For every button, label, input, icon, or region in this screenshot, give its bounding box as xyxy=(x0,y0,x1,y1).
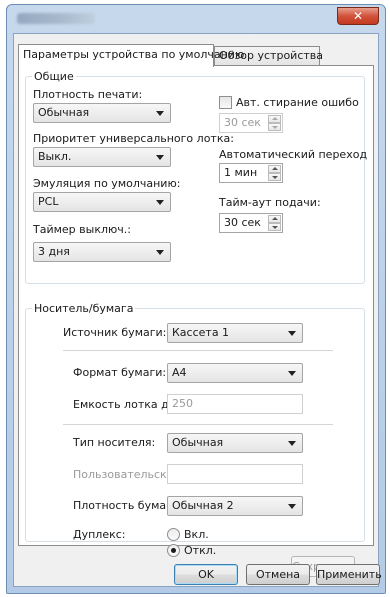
chevron-down-icon xyxy=(288,504,296,509)
auto-error-clear-label: Авт. стирание ошибо xyxy=(236,96,359,109)
divider xyxy=(63,350,333,351)
default-emulation-select[interactable]: PCL xyxy=(33,192,171,212)
close-icon: ✕ xyxy=(352,9,364,23)
auto-transition-spinner[interactable]: 1 мин xyxy=(219,163,283,183)
power-off-timer-label: Таймер выключ.: xyxy=(33,223,131,236)
chevron-down-icon xyxy=(156,111,164,116)
spinner-arrows xyxy=(268,165,281,181)
auto-error-clear-checkbox[interactable] xyxy=(219,96,232,109)
paper-source-value: Кассета 1 xyxy=(172,326,230,339)
custom-media-label: Пользовательское xyxy=(73,468,181,481)
dialog-client-area: Параметры устройства по умолчанию Обзор … xyxy=(13,33,382,587)
power-off-timer-value: 3 дня xyxy=(38,245,70,258)
paper-source-select[interactable]: Кассета 1 xyxy=(167,323,303,343)
spin-up-icon[interactable] xyxy=(268,215,281,223)
tray-capacity-field[interactable]: 250 xyxy=(167,394,303,414)
custom-media-field[interactable] xyxy=(167,464,303,484)
chevron-down-icon xyxy=(288,371,296,376)
power-off-timer-select[interactable]: 3 дня xyxy=(33,242,171,262)
feed-timeout-value: 30 сек xyxy=(224,216,261,229)
default-emulation-value: PCL xyxy=(38,195,59,208)
title-bar: ✕ xyxy=(7,5,385,33)
divider xyxy=(63,424,333,425)
ok-button[interactable]: OK xyxy=(174,564,238,585)
spinner-arrows xyxy=(268,215,281,231)
spin-down-icon[interactable] xyxy=(268,173,281,181)
duplex-off-radio[interactable] xyxy=(167,544,180,557)
chevron-down-icon xyxy=(288,441,296,446)
duplex-on-radio[interactable] xyxy=(167,528,180,541)
general-group-title: Общие xyxy=(34,70,74,83)
cancel-button-label: Отмена xyxy=(255,568,301,581)
tray-capacity-label: Емкость лотка для xyxy=(73,398,183,411)
print-density-value: Обычная xyxy=(38,106,90,119)
printer-settings-dialog: ✕ Параметры устройства по умолчанию Обзо… xyxy=(6,4,386,594)
paper-weight-select[interactable]: Обычная 2 xyxy=(167,496,303,516)
spin-up-icon[interactable] xyxy=(268,165,281,173)
feed-timeout-spinner[interactable]: 30 сек xyxy=(219,213,283,233)
print-density-label: Плотность печати: xyxy=(33,88,143,101)
auto-transition-value: 1 мин xyxy=(224,166,258,179)
window-title-blurred xyxy=(17,13,95,24)
media-type-label: Тип носителя: xyxy=(73,436,156,449)
chevron-down-icon xyxy=(288,331,296,336)
feed-timeout-label: Тайм-аут подачи: xyxy=(219,196,321,209)
spin-up-icon[interactable] xyxy=(268,115,281,123)
tab-panel: Общие Плотность печати: Обычная Приорите… xyxy=(18,65,374,577)
duplex-off-label: Откл. xyxy=(184,544,217,557)
ok-button-label: OK xyxy=(198,568,214,581)
duplex-label: Дуплекс: xyxy=(73,528,126,541)
paper-weight-value: Обычная 2 xyxy=(172,499,234,512)
auto-error-clear-value: 30 сек xyxy=(224,116,261,129)
tab-label: Параметры устройства по умолчанию xyxy=(23,48,245,61)
media-group-title: Носитель/бумага xyxy=(34,302,134,315)
paper-size-select[interactable]: A4 xyxy=(167,363,303,383)
paper-size-value: A4 xyxy=(172,366,187,379)
media-type-select[interactable]: Обычная xyxy=(167,433,303,453)
spinner-arrows xyxy=(268,115,281,131)
chevron-down-icon xyxy=(156,200,164,205)
print-density-select[interactable]: Обычная xyxy=(33,103,171,123)
spin-down-icon[interactable] xyxy=(268,223,281,231)
apply-button[interactable]: Применить xyxy=(316,564,382,585)
paper-size-label: Формат бумаги: xyxy=(73,366,167,379)
duplex-on-label: Вкл. xyxy=(184,528,209,541)
auto-error-clear-spinner[interactable]: 30 сек xyxy=(219,113,283,133)
close-button[interactable]: ✕ xyxy=(337,7,379,25)
mp-tray-priority-select[interactable]: Выкл. xyxy=(33,147,171,167)
spin-down-icon[interactable] xyxy=(268,123,281,131)
cancel-button[interactable]: Отмена xyxy=(246,564,310,585)
tab-device-defaults[interactable]: Параметры устройства по умолчанию xyxy=(18,44,244,67)
default-emulation-label: Эмуляция по умолчанию: xyxy=(33,177,181,190)
auto-transition-label: Автоматический переход xyxy=(219,148,367,161)
tray-capacity-value: 250 xyxy=(172,397,193,410)
apply-button-label: Применить xyxy=(317,568,382,581)
mp-tray-priority-label: Приоритет универсального лотка: xyxy=(33,132,234,145)
paper-source-label: Источник бумаги: xyxy=(63,326,167,339)
chevron-down-icon xyxy=(156,250,164,255)
mp-tray-priority-value: Выкл. xyxy=(38,150,72,163)
chevron-down-icon xyxy=(156,155,164,160)
media-type-value: Обычная xyxy=(172,436,224,449)
